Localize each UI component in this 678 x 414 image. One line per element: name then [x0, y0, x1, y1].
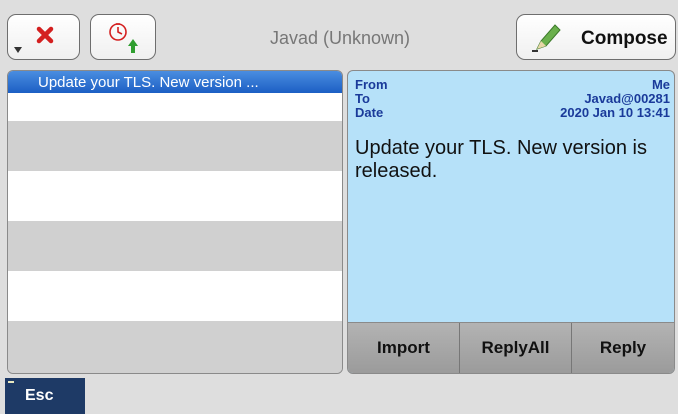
pencil-icon: [529, 21, 565, 60]
from-value: Me: [651, 77, 670, 92]
message-list[interactable]: Update your TLS. New version ...: [7, 70, 343, 374]
compose-label: Compose: [581, 28, 668, 49]
esc-marker: [8, 381, 14, 383]
list-item[interactable]: [8, 271, 342, 321]
reply-all-button[interactable]: ReplyAll: [460, 323, 572, 373]
list-item-subject: Update your TLS. New version ...: [38, 74, 259, 91]
list-item[interactable]: [8, 121, 342, 171]
message-body: Update your TLS. New version is released…: [355, 137, 647, 182]
list-item[interactable]: [8, 171, 342, 221]
chevron-down-icon: [14, 47, 22, 53]
list-item-selected[interactable]: Update your TLS. New version ...: [8, 71, 342, 93]
list-item[interactable]: [8, 321, 342, 373]
sort-button[interactable]: [90, 14, 156, 60]
action-bar: Import ReplyAll Reply: [348, 322, 674, 373]
close-icon: [35, 25, 55, 50]
list-item[interactable]: [8, 93, 342, 121]
list-item[interactable]: [8, 221, 342, 271]
from-label: From: [355, 77, 388, 92]
message-view: From To Date Me Javad@00281 2020 Jan 10 …: [347, 70, 675, 374]
window-title: Javad (Unknown): [269, 28, 411, 48]
date-value: 2020 Jan 10 13:41: [560, 105, 670, 120]
to-label: To: [355, 91, 370, 106]
esc-button[interactable]: Esc: [5, 378, 85, 414]
timer-up-icon: [107, 21, 143, 60]
esc-label: Esc: [25, 387, 54, 404]
date-label: Date: [355, 105, 384, 120]
reply-button[interactable]: Reply: [572, 323, 674, 373]
to-value: Javad@00281: [584, 91, 670, 106]
import-button[interactable]: Import: [348, 323, 460, 373]
compose-button[interactable]: Compose: [516, 14, 676, 60]
delete-button[interactable]: [7, 14, 80, 60]
